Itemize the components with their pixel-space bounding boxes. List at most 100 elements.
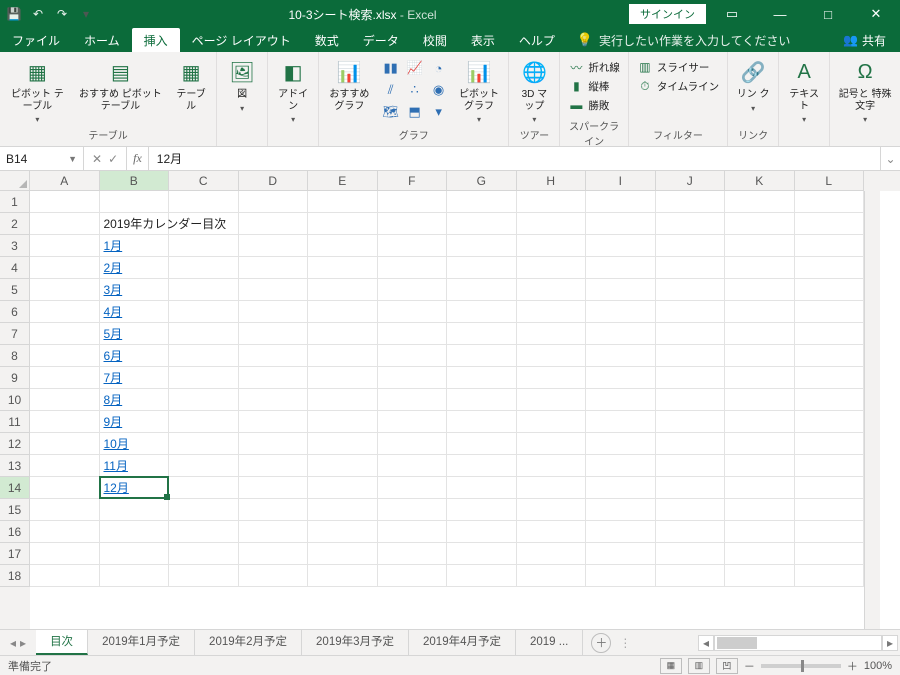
- tab-formulas[interactable]: 数式: [303, 28, 351, 52]
- sparkline-column-button[interactable]: ▮縦棒: [566, 77, 622, 95]
- cell-link-dec[interactable]: 12月: [100, 477, 170, 499]
- sheet-tab-feb[interactable]: 2019年2月予定: [195, 630, 302, 655]
- col-header[interactable]: E: [308, 171, 378, 191]
- formula-input[interactable]: 12月: [149, 147, 880, 170]
- hscroll-track[interactable]: [714, 635, 882, 651]
- cell-link-jun[interactable]: 6月: [100, 345, 170, 367]
- signin-button[interactable]: サインイン: [629, 4, 706, 24]
- vertical-scrollbar[interactable]: [864, 191, 880, 629]
- view-page-layout-button[interactable]: ▥: [688, 658, 710, 674]
- sheet-tab-more[interactable]: 2019 ...: [516, 630, 583, 655]
- row-header[interactable]: 6: [0, 301, 30, 323]
- fx-icon[interactable]: fx: [127, 147, 149, 170]
- row-header[interactable]: 15: [0, 499, 30, 521]
- ribbon-options-icon[interactable]: ▭: [710, 0, 754, 28]
- tell-me[interactable]: 💡 実行したい作業を入力してください: [567, 28, 790, 52]
- cell-link-aug[interactable]: 8月: [100, 389, 170, 411]
- pivot-table-button[interactable]: ▦ピボット テーブル▾: [4, 54, 71, 124]
- link-button[interactable]: 🔗リン ク▾: [732, 54, 774, 113]
- more-chart-icon[interactable]: ▾: [428, 102, 450, 122]
- symbol-button[interactable]: Ω記号と 特殊文字▾: [834, 54, 896, 124]
- tab-home[interactable]: ホーム: [72, 28, 132, 52]
- expand-formula-bar[interactable]: ⌄: [880, 147, 900, 170]
- sheet-tab-toc[interactable]: 目次: [36, 630, 88, 655]
- tab-review[interactable]: 校閲: [411, 28, 459, 52]
- col-header[interactable]: I: [586, 171, 656, 191]
- qat-dropdown-icon[interactable]: ▾: [76, 4, 96, 24]
- row-header[interactable]: 5: [0, 279, 30, 301]
- sheet-nav-prev[interactable]: ◂: [10, 636, 16, 650]
- col-header[interactable]: H: [517, 171, 587, 191]
- add-sheet-button[interactable]: ＋: [591, 633, 611, 653]
- timeline-button[interactable]: ⏱タイムライン: [635, 77, 721, 95]
- row-header[interactable]: 13: [0, 455, 30, 477]
- stat-chart-icon[interactable]: ⫽: [380, 80, 402, 100]
- cell-link-may[interactable]: 5月: [100, 323, 170, 345]
- horizontal-scrollbar[interactable]: ◂ ▸: [698, 635, 898, 651]
- cell-title[interactable]: 2019年カレンダー目次: [100, 213, 170, 235]
- close-button[interactable]: ✕: [854, 0, 898, 28]
- combo-chart-icon[interactable]: ⬒: [404, 102, 426, 122]
- row-header[interactable]: 9: [0, 367, 30, 389]
- undo-icon[interactable]: ↶: [28, 4, 48, 24]
- scatter-chart-icon[interactable]: ∴: [404, 80, 426, 100]
- row-header[interactable]: 17: [0, 543, 30, 565]
- share-button[interactable]: 👥 共有: [829, 28, 900, 52]
- line-chart-icon[interactable]: 📈: [404, 58, 426, 78]
- col-header[interactable]: D: [239, 171, 309, 191]
- redo-icon[interactable]: ↷: [52, 4, 72, 24]
- bar-chart-icon[interactable]: ▮▮: [380, 58, 402, 78]
- recommended-chart-button[interactable]: 📊おすすめ グラフ: [323, 54, 376, 112]
- map-chart-icon[interactable]: 🗺: [380, 102, 402, 122]
- col-header[interactable]: L: [795, 171, 865, 191]
- tab-splitter[interactable]: ⋮: [619, 630, 625, 655]
- tab-help[interactable]: ヘルプ: [507, 28, 567, 52]
- cell-link-jan[interactable]: 1月: [100, 235, 170, 257]
- sheet-nav-next[interactable]: ▸: [20, 636, 26, 650]
- col-header[interactable]: A: [30, 171, 100, 191]
- hier-chart-icon[interactable]: ◔: [428, 58, 450, 78]
- zoom-out-button[interactable]: －: [744, 658, 755, 674]
- col-header[interactable]: C: [169, 171, 239, 191]
- view-page-break-button[interactable]: 凹: [716, 658, 738, 674]
- sheet-tab-mar[interactable]: 2019年3月予定: [302, 630, 409, 655]
- tab-view[interactable]: 表示: [459, 28, 507, 52]
- hscroll-right[interactable]: ▸: [882, 635, 898, 651]
- select-all-corner[interactable]: [0, 171, 30, 191]
- row-header[interactable]: 11: [0, 411, 30, 433]
- cell-link-jul[interactable]: 7月: [100, 367, 170, 389]
- row-header[interactable]: 16: [0, 521, 30, 543]
- tab-data[interactable]: データ: [351, 28, 411, 52]
- cells-area[interactable]: 2019年カレンダー目次 1月 2月 3月 4月 5月 6月 7月 8月 9月 …: [30, 191, 864, 629]
- zoom-slider[interactable]: [761, 664, 841, 668]
- tab-file[interactable]: ファイル: [0, 28, 72, 52]
- cell-link-feb[interactable]: 2月: [100, 257, 170, 279]
- name-box[interactable]: B14 ▼: [0, 147, 84, 170]
- table-button[interactable]: ▦テーブル: [170, 54, 212, 112]
- tab-insert[interactable]: 挿入: [132, 28, 180, 52]
- recommended-pivot-button[interactable]: ▤おすすめ ピボットテーブル: [73, 54, 168, 112]
- cell-link-mar[interactable]: 3月: [100, 279, 170, 301]
- text-button[interactable]: Aテキスト▾: [783, 54, 825, 124]
- row-header[interactable]: 7: [0, 323, 30, 345]
- row-header[interactable]: 12: [0, 433, 30, 455]
- hscroll-thumb[interactable]: [717, 637, 757, 649]
- save-icon[interactable]: 💾: [4, 4, 24, 24]
- cell-link-oct[interactable]: 10月: [100, 433, 170, 455]
- col-header[interactable]: B: [100, 171, 170, 191]
- zoom-level[interactable]: 100%: [864, 660, 892, 672]
- row-header[interactable]: 1: [0, 191, 30, 213]
- illustrations-button[interactable]: 🖼図▾: [221, 54, 263, 113]
- hscroll-left[interactable]: ◂: [698, 635, 714, 651]
- sparkline-line-button[interactable]: 〰折れ線: [566, 58, 622, 76]
- sparkline-winloss-button[interactable]: ▬勝敗: [566, 96, 622, 114]
- zoom-in-button[interactable]: ＋: [847, 658, 858, 674]
- col-header[interactable]: F: [378, 171, 448, 191]
- cancel-icon[interactable]: ✕: [92, 152, 102, 166]
- surface-chart-icon[interactable]: ◉: [428, 80, 450, 100]
- cell-link-sep[interactable]: 9月: [100, 411, 170, 433]
- addins-button[interactable]: ◧アドイ ン▾: [272, 54, 314, 124]
- col-header[interactable]: J: [656, 171, 726, 191]
- row-header[interactable]: 3: [0, 235, 30, 257]
- row-header[interactable]: 10: [0, 389, 30, 411]
